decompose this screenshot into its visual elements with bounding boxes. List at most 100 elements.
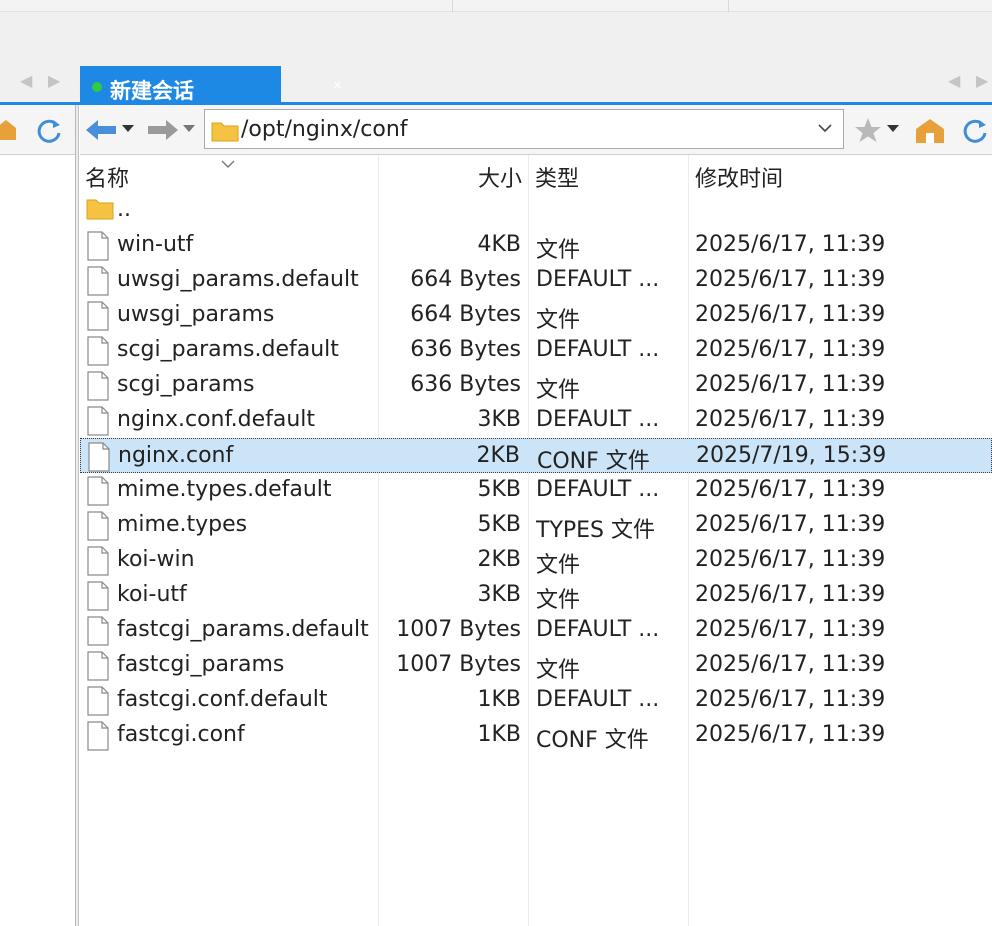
parent-dir-row[interactable]: .. — [80, 193, 992, 228]
tab-scroll-right-icon[interactable]: ▶ — [48, 72, 60, 92]
tab-scroll-right-icon[interactable]: ▶ — [976, 72, 988, 92]
folder-icon — [211, 122, 239, 142]
file-type: CONF 文件 — [537, 449, 650, 474]
file-row[interactable]: scgi_params.default 636 Bytes DEFAULT ... 2… — [80, 333, 992, 368]
file-name: scgi_params.default — [117, 337, 339, 362]
file-type: 文件 — [536, 238, 581, 263]
top-separator — [728, 0, 729, 12]
file-type: 文件 — [536, 658, 581, 683]
pane-divider[interactable] — [76, 105, 79, 926]
back-dropdown-icon[interactable] — [122, 125, 134, 133]
file-row[interactable]: koi-utf 3KB 文件 2025/6/17, 11:39 — [80, 578, 992, 613]
file-modified: 2025/6/17, 11:39 — [695, 687, 886, 712]
tab-session[interactable]: 新建会话 × — [80, 66, 342, 106]
file-size: 636 Bytes — [410, 372, 521, 397]
file-row[interactable]: fastcgi.conf 1KB CONF 文件 2025/6/17, 11:39 — [80, 718, 992, 753]
file-icon — [86, 651, 110, 687]
left-toolbar — [0, 105, 75, 155]
column-header-name[interactable]: 名称 — [85, 161, 129, 193]
top-separator — [452, 0, 453, 12]
tab-scroll-left-icon[interactable]: ◀ — [948, 72, 960, 92]
path-input[interactable] — [241, 114, 801, 144]
file-modified: 2025/6/17, 11:39 — [695, 267, 886, 292]
parent-dir-label: .. — [117, 197, 131, 222]
file-name: uwsgi_params — [117, 302, 275, 327]
file-name: fastcgi.conf — [117, 722, 245, 747]
file-type: 文件 — [536, 378, 581, 403]
file-modified: 2025/6/17, 11:39 — [695, 512, 886, 537]
file-row[interactable]: fastcgi_params.default 1007 Bytes DEFAULT … — [80, 613, 992, 648]
file-modified: 2025/6/17, 11:39 — [695, 337, 886, 362]
path-bar[interactable] — [204, 109, 844, 149]
column-header-type[interactable]: 类型 — [535, 161, 579, 193]
file-size: 3KB — [477, 582, 521, 607]
file-name: nginx.conf — [118, 443, 234, 468]
file-row[interactable]: uwsgi_params 664 Bytes 文件 2025/6/17, 11:39 — [80, 298, 992, 333]
file-row[interactable]: fastcgi_params 1007 Bytes 文件 2025/6/17, 11:… — [80, 648, 992, 683]
home-icon[interactable] — [0, 119, 16, 141]
file-row[interactable]: nginx.conf.default 3KB DEFAULT ... 2025/6/1… — [80, 403, 992, 438]
file-size: 5KB — [477, 512, 521, 537]
file-row[interactable]: scgi_params 636 Bytes 文件 2025/6/17, 11:39 — [80, 368, 992, 403]
forward-arrow-icon[interactable] — [146, 117, 180, 143]
file-type: DEFAULT ... — [536, 687, 660, 712]
refresh-icon[interactable] — [960, 117, 992, 145]
file-name: koi-utf — [117, 582, 187, 607]
connected-status-icon — [92, 82, 102, 92]
file-icon — [86, 581, 110, 617]
refresh-icon[interactable] — [34, 117, 66, 145]
tab-scroll-left-icon[interactable]: ◀ — [20, 72, 32, 92]
file-type: TYPES 文件 — [536, 518, 656, 543]
file-row[interactable]: mime.types.default 5KB DEFAULT ... 2025/6/1… — [80, 473, 992, 508]
bookmark-dropdown-icon[interactable] — [887, 125, 899, 133]
file-icon — [86, 476, 110, 512]
file-row[interactable]: win-utf 4KB 文件 2025/6/17, 11:39 — [80, 228, 992, 263]
file-row[interactable]: nginx.conf 2KB CONF 文件 2025/7/19, 15:39 — [80, 438, 992, 474]
file-icon — [86, 616, 110, 652]
tab-session-label: 新建会话 — [110, 79, 194, 103]
file-icon — [86, 546, 110, 582]
file-icon — [86, 301, 110, 337]
file-icon — [86, 231, 110, 267]
file-type: DEFAULT ... — [536, 267, 660, 292]
file-modified: 2025/6/17, 11:39 — [695, 407, 886, 432]
file-modified: 2025/6/17, 11:39 — [695, 722, 886, 747]
column-header-modified[interactable]: 修改时间 — [695, 161, 783, 193]
file-row[interactable]: koi-win 2KB 文件 2025/6/17, 11:39 — [80, 543, 992, 578]
file-size: 636 Bytes — [410, 337, 521, 362]
star-icon[interactable] — [854, 117, 882, 143]
file-name: fastcgi_params — [117, 652, 285, 677]
file-icon — [86, 371, 110, 407]
file-size: 3KB — [477, 407, 521, 432]
file-name: fastcgi_params.default — [117, 617, 369, 642]
file-modified: 2025/7/19, 15:39 — [696, 443, 887, 468]
chevron-down-icon[interactable] — [817, 120, 833, 136]
folder-icon — [86, 199, 114, 220]
file-size: 1007 Bytes — [396, 617, 521, 642]
home-icon[interactable] — [914, 117, 946, 145]
file-name: scgi_params — [117, 372, 255, 397]
top-strip — [0, 0, 992, 12]
file-name: mime.types.default — [117, 477, 332, 502]
close-tab-icon[interactable]: × — [333, 77, 342, 94]
file-icon — [86, 266, 110, 302]
file-modified: 2025/6/17, 11:39 — [695, 547, 886, 572]
file-size: 2KB — [476, 443, 520, 468]
file-modified: 2025/6/17, 11:39 — [695, 232, 886, 257]
file-type: DEFAULT ... — [536, 477, 660, 502]
file-name: nginx.conf.default — [117, 407, 316, 432]
column-header-size[interactable]: 大小 — [478, 161, 522, 193]
file-modified: 2025/6/17, 11:39 — [695, 582, 886, 607]
file-size: 2KB — [477, 547, 521, 572]
file-name: uwsgi_params.default — [117, 267, 359, 292]
file-row[interactable]: uwsgi_params.default 664 Bytes DEFAULT ...… — [80, 263, 992, 298]
file-row[interactable]: fastcgi.conf.default 1KB DEFAULT ... 2025/6… — [80, 683, 992, 718]
file-modified: 2025/6/17, 11:39 — [695, 477, 886, 502]
sort-chevron-down-icon — [221, 160, 235, 168]
back-arrow-icon[interactable] — [84, 117, 118, 143]
file-icon — [86, 511, 110, 547]
file-size: 1KB — [477, 722, 521, 747]
forward-dropdown-icon[interactable] — [183, 125, 195, 133]
file-row[interactable]: mime.types 5KB TYPES 文件 2025/6/17, 11:39 — [80, 508, 992, 543]
file-type: 文件 — [536, 588, 581, 613]
